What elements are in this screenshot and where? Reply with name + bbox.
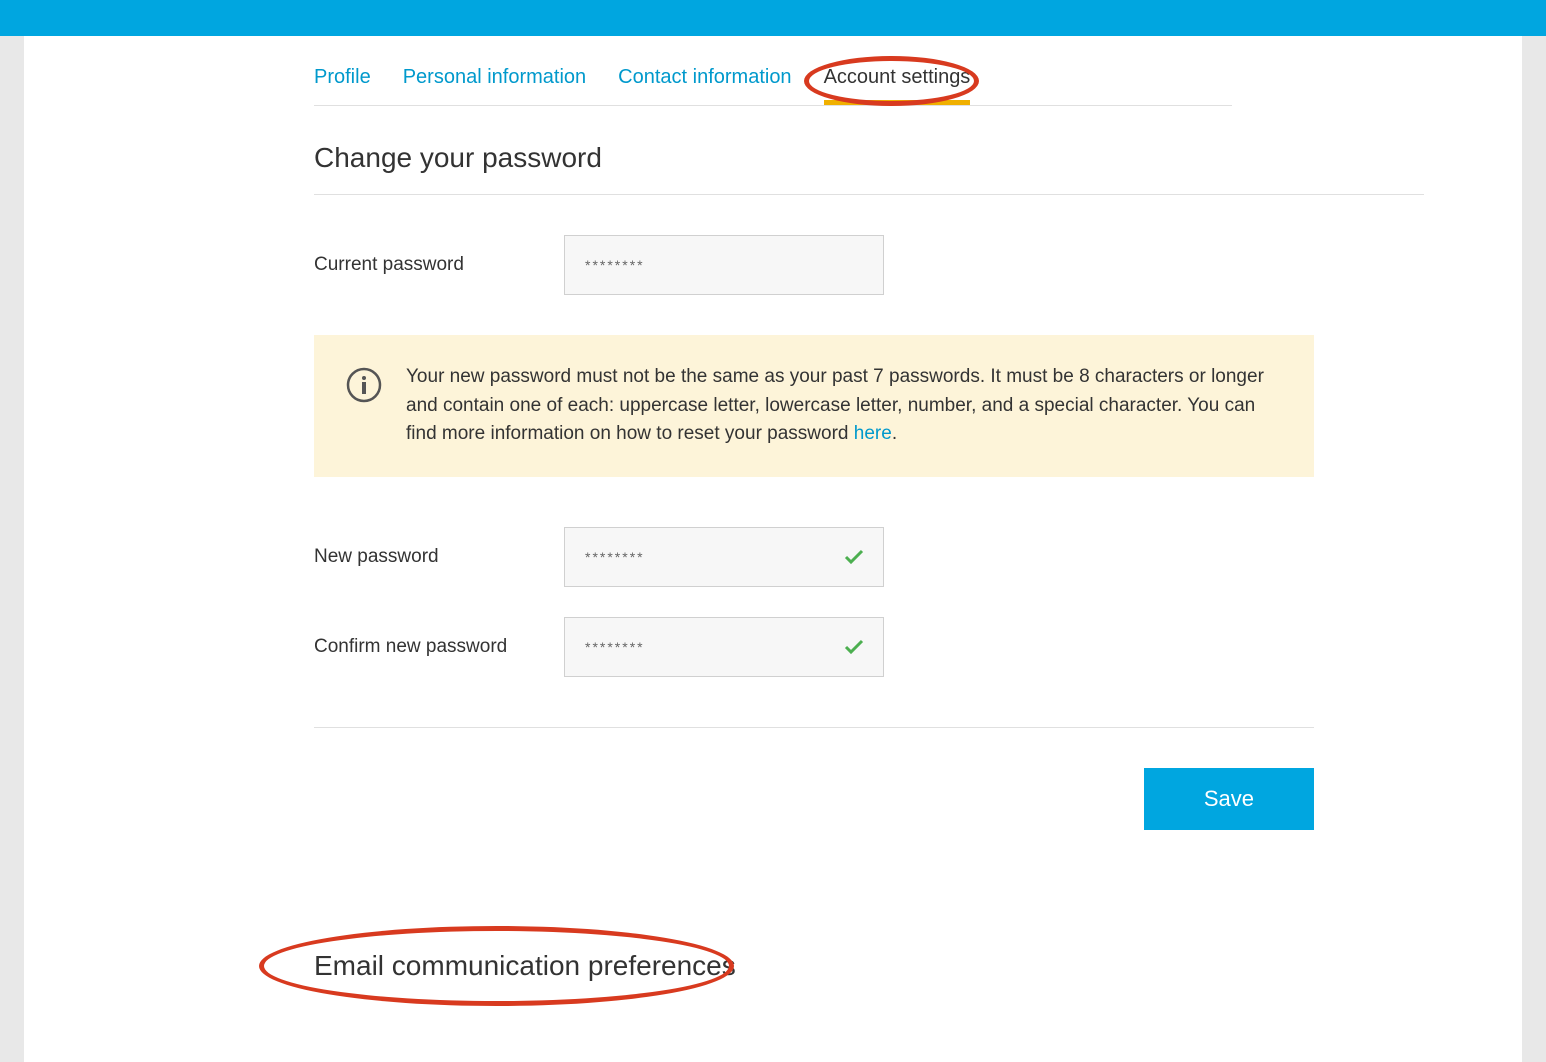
row-confirm-password: Confirm new password <box>314 617 1232 677</box>
tab-underline <box>824 100 971 105</box>
outer-container: Profile Personal information Contact inf… <box>0 36 1546 1062</box>
info-text: Your new password must not be the same a… <box>406 363 1282 449</box>
input-wrapper-new <box>564 527 884 587</box>
label-current-password: Current password <box>314 254 564 276</box>
current-password-input[interactable] <box>564 235 884 295</box>
save-button[interactable]: Save <box>1144 768 1314 830</box>
info-icon <box>346 367 382 403</box>
row-current-password: Current password <box>314 235 1232 295</box>
tab-profile[interactable]: Profile <box>314 66 371 89</box>
top-bar <box>0 0 1546 36</box>
tab-account-settings-label: Account settings <box>824 66 971 88</box>
tab-account-settings[interactable]: Account settings <box>824 66 971 89</box>
checkmark-icon <box>842 635 866 659</box>
page-title: Change your password <box>314 142 1232 174</box>
info-link-here[interactable]: here <box>854 423 892 444</box>
tab-contact-information[interactable]: Contact information <box>618 66 791 89</box>
info-box: Your new password must not be the same a… <box>314 335 1314 477</box>
label-confirm-password: Confirm new password <box>314 636 564 658</box>
email-section-heading: Email communication preferences <box>314 950 736 982</box>
tab-personal-information[interactable]: Personal information <box>403 66 586 89</box>
new-password-input[interactable] <box>564 527 884 587</box>
input-wrapper-confirm <box>564 617 884 677</box>
row-new-password: New password <box>314 527 1232 587</box>
info-text-after: . <box>892 423 897 444</box>
content-wrapper: Profile Personal information Contact inf… <box>24 36 1522 1062</box>
checkmark-icon <box>842 545 866 569</box>
section-divider <box>314 194 1424 195</box>
input-wrapper-current <box>564 235 884 295</box>
save-section: Save <box>314 727 1314 830</box>
confirm-password-input[interactable] <box>564 617 884 677</box>
tabs-nav: Profile Personal information Contact inf… <box>314 66 1232 106</box>
label-new-password: New password <box>314 546 564 568</box>
email-section-heading-wrapper: Email communication preferences <box>314 950 736 982</box>
info-text-before: Your new password must not be the same a… <box>406 366 1264 444</box>
